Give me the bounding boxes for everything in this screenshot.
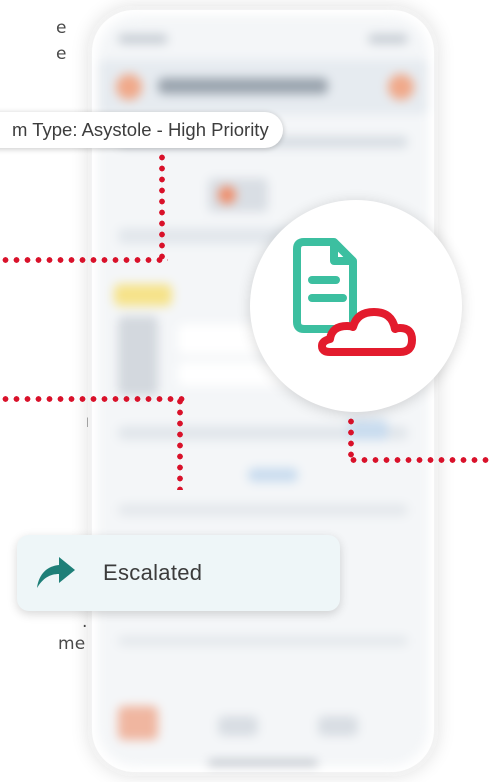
connector-line-middle-vertical [177,396,183,490]
connector-line-right-vertical [348,416,354,458]
left-text-line-4: . [82,612,88,632]
left-text-line-1: e [56,18,67,38]
connector-line-right-horizontal [348,457,493,463]
left-text-line-5: me [58,634,86,654]
connector-line-middle-horizontal [0,396,186,402]
document-cloud-badge [250,200,462,412]
alarm-type-callout: m Type: Asystole - High Priority [0,112,283,148]
connector-line-top-vertical [159,152,165,262]
left-text-line-2: e [56,44,67,64]
connector-line-top-horizontal [0,257,168,263]
escalated-callout: Escalated [17,535,340,611]
escalated-label: Escalated [103,560,203,585]
document-cloud-icon [293,238,416,356]
forward-arrow-icon [35,555,77,591]
alarm-type-text: m Type: Asystole - High Priority [12,119,269,140]
